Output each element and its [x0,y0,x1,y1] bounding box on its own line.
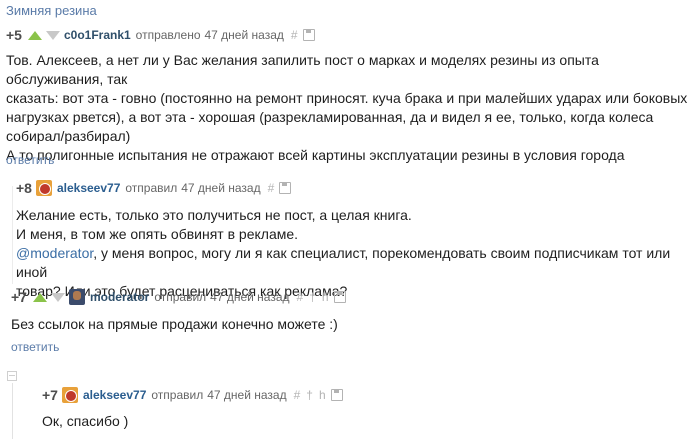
body-line: нагрузках рвется), а вот эта - хорошая (… [6,109,654,125]
body-line: собирал/разбирал) [6,128,131,144]
rating: +8 [16,180,32,196]
body-text: , у меня вопрос, могу ли я как специалис… [16,245,671,280]
save-icon[interactable] [302,29,315,41]
comment-4-body: Ок, спасибо ) [42,412,682,431]
body-line: Без ссылок на прямые продажи конечно мож… [11,316,338,332]
author-link[interactable]: alekseev77 [83,388,146,402]
pin-icon[interactable]: † [306,388,313,402]
save-icon[interactable] [333,291,346,303]
timestamp[interactable]: 47 дней назад [181,181,260,195]
body-line: @moderator, у меня вопрос, могу ли я как… [16,244,696,282]
avatar[interactable] [61,387,78,403]
comment-header: +7 moderator отправил 47 дней назад # † … [11,288,346,306]
comment-header: +5 c0o1Frank1 отправлено 47 дней назад # [6,26,315,44]
sent-label: отправлено [135,28,201,42]
thread-line [12,383,13,439]
vote-up-icon[interactable] [32,292,47,302]
save-icon[interactable] [330,389,343,401]
vote-down-icon[interactable] [50,292,65,302]
hash-icon[interactable]: # [294,388,301,402]
rating: +5 [6,27,22,43]
comment-3-body: Без ссылок на прямые продажи конечно мож… [11,315,691,334]
body-line: Ок, спасибо ) [42,413,129,429]
sent-label: отправил [151,388,204,402]
vote-down-icon[interactable] [45,30,60,40]
save-icon[interactable] [279,182,292,194]
comment-1: +5 c0o1Frank1 отправлено 47 дней назад # [6,26,315,44]
body-line: И меня, в том же опять обвинят в рекламе… [16,226,299,242]
body-line: сказать: вот эта - говно (постоянно на р… [6,90,688,106]
author-link[interactable]: alekseev77 [57,181,120,195]
hash-icon[interactable]: # [268,181,275,195]
rating: +7 [11,289,27,305]
reply-link[interactable]: ответить [6,153,54,167]
author-link[interactable]: c0o1Frank1 [64,28,131,42]
body-line: Тов. Алексеев, а нет ли у Вас желания за… [6,52,599,87]
comment-header: +7 alekseev77 отправил 47 дней назад # †… [42,386,343,404]
hash-icon[interactable]: # [291,28,298,42]
h-icon[interactable]: h [322,290,329,304]
body-line: А то полигонные испытания не отражают вс… [6,147,625,163]
body-line: Желание есть, только это получиться не п… [16,207,412,223]
timestamp[interactable]: 47 дней назад [210,290,289,304]
comment-1-body: Тов. Алексеев, а нет ли у Вас желания за… [6,51,696,165]
thread-line [12,186,13,284]
rating: +7 [42,387,58,403]
reply-link[interactable]: ответить [11,340,59,354]
avatar[interactable] [35,180,52,196]
topic-link[interactable]: Зимняя резина [6,3,97,18]
comment-3: +7 moderator отправил 47 дней назад # † … [11,288,346,306]
vote-up-icon[interactable] [27,30,42,40]
comment-header: +8 alekseev77 отправил 47 дней назад # [16,179,292,197]
mention-link[interactable]: @moderator [16,245,93,261]
sent-label: отправил [154,290,207,304]
author-link[interactable]: moderator [90,290,149,304]
comment-2: +8 alekseev77 отправил 47 дней назад # [16,179,292,197]
collapse-icon[interactable] [7,371,17,381]
sent-label: отправил [125,181,178,195]
avatar[interactable] [68,289,85,305]
comment-2-body: Желание есть, только это получиться не п… [16,206,696,301]
pin-icon[interactable]: † [309,290,316,304]
hash-icon[interactable]: # [297,290,304,304]
h-icon[interactable]: h [319,388,326,402]
comment-4: +7 alekseev77 отправил 47 дней назад # †… [42,386,343,404]
timestamp[interactable]: 47 дней назад [207,388,286,402]
timestamp[interactable]: 47 дней назад [205,28,284,42]
